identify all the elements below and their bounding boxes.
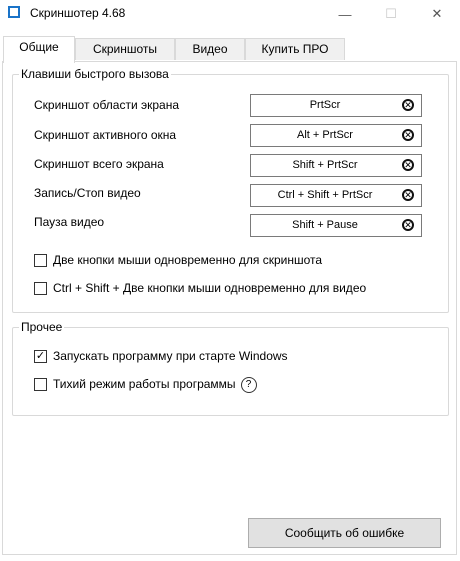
hotkey-label-area: Скриншот области экрана	[34, 98, 180, 112]
window-title: Скриншотер 4.68	[30, 6, 126, 20]
checkbox-label: Запускать программу при старте Windows	[53, 349, 288, 363]
help-icon[interactable]: ?	[240, 377, 257, 393]
checkbox-label-wrap: Тихий режим работы программы?	[53, 377, 257, 393]
hotkey-value: Shift + PrtScr	[292, 159, 358, 171]
hotkey-field-pause[interactable]: Shift + Pause ✕	[250, 214, 422, 237]
hotkey-label-window: Скриншот активного окна	[34, 128, 177, 142]
clear-hotkey-icon[interactable]: ✕	[402, 129, 414, 141]
clear-hotkey-icon[interactable]: ✕	[402, 189, 414, 201]
hotkey-field-area[interactable]: PrtScr ✕	[250, 94, 422, 117]
hotkeys-legend: Клавиши быстрого вызова	[19, 67, 171, 81]
checkbox-checked[interactable]: ✓	[34, 350, 47, 363]
checkbox[interactable]	[34, 254, 47, 267]
checkbox-label: Две кнопки мыши одновременно для скриншо…	[53, 253, 323, 267]
checkbox[interactable]	[34, 378, 47, 391]
screenshot-app-icon	[8, 6, 20, 18]
hotkey-value: Alt + PrtScr	[297, 129, 353, 141]
other-group: Прочее ✓ Запускать программу при старте …	[12, 320, 449, 416]
checkbox-label: Ctrl + Shift + Две кнопки мыши одновреме…	[53, 281, 367, 295]
close-button[interactable]: ✕	[414, 0, 460, 28]
hotkey-label-pause: Пауза видео	[34, 215, 105, 229]
hotkey-value: Ctrl + Shift + PrtScr	[277, 189, 373, 201]
clear-hotkey-icon[interactable]: ✕	[402, 219, 414, 231]
tab-screenshots[interactable]: Скриншоты	[75, 38, 175, 60]
clear-hotkey-icon[interactable]: ✕	[402, 159, 414, 171]
hotkey-field-record[interactable]: Ctrl + Shift + PrtScr ✕	[250, 184, 422, 207]
minimize-button[interactable]: —	[322, 0, 368, 28]
clear-hotkey-icon[interactable]: ✕	[402, 99, 414, 111]
tab-video[interactable]: Видео	[175, 38, 245, 60]
hotkeys-group: Клавиши быстрого вызова Скриншот области…	[12, 67, 449, 313]
general-tab-panel: Клавиши быстрого вызова Скриншот области…	[2, 61, 457, 555]
maximize-icon: ☐	[385, 6, 397, 21]
hotkey-label-fullscreen: Скриншот всего экрана	[34, 157, 164, 171]
hotkey-field-fullscreen[interactable]: Shift + PrtScr ✕	[250, 154, 422, 177]
checkbox[interactable]	[34, 282, 47, 295]
report-error-button[interactable]: Сообщить об ошибке	[248, 518, 441, 548]
close-icon: ✕	[431, 6, 443, 21]
tab-buy-pro[interactable]: Купить ПРО	[245, 38, 345, 60]
minimize-icon: —	[338, 6, 352, 22]
hotkey-value: PrtScr	[309, 99, 341, 111]
hotkey-label-record: Запись/Стоп видео	[34, 186, 141, 200]
other-legend: Прочее	[19, 320, 65, 334]
title-bar: Скриншотер 4.68 — ☐ ✕	[0, 0, 460, 28]
hotkey-value: Shift + Pause	[292, 219, 358, 231]
maximize-button[interactable]: ☐	[368, 0, 414, 28]
hotkey-field-window[interactable]: Alt + PrtScr ✕	[250, 124, 422, 147]
tab-general[interactable]: Общие	[3, 36, 75, 63]
checkbox-label: Тихий режим работы программы	[53, 377, 236, 392]
